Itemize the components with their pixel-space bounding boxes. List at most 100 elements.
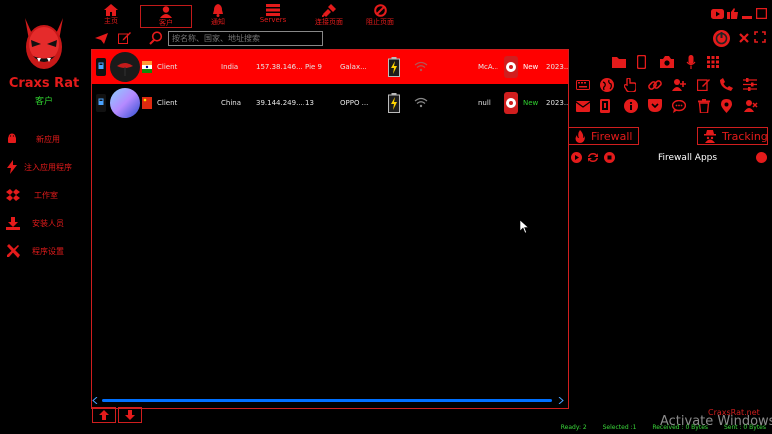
fire-icon [575,129,585,143]
send-icon[interactable] [95,33,108,44]
location-pin-icon[interactable] [721,99,735,113]
client-date: 2023... [546,63,568,71]
tracking-label: Tracking [722,129,768,143]
move-up-button[interactable] [92,407,116,423]
plug-icon [322,4,336,17]
record-indicator-icon [756,152,767,163]
topnav-block[interactable]: 阻止页面 [358,4,402,27]
thumbs-up-icon[interactable] [727,8,738,19]
sidebar-item-new-app[interactable]: 新应用 [6,131,90,147]
status-sent: Sent : 0 Bytes [723,424,766,431]
folder-icon[interactable] [612,56,626,70]
sidebar-item-studio[interactable]: 工作室 [6,187,90,203]
mail-icon[interactable] [576,101,590,115]
chat-icon[interactable] [672,100,686,114]
topnav-label: Servers [259,16,287,24]
bell-icon [212,4,224,17]
search-icon [149,31,163,45]
status-selected: Selected :1 [602,424,637,431]
horizontal-scrollbar[interactable] [92,396,566,405]
sidebar-item-label: 工作室 [34,190,58,200]
camera-icon[interactable] [660,56,674,70]
topnav-connect[interactable]: 连接页面 [305,4,353,27]
power-icon[interactable] [713,30,730,47]
app-subtitle: 客户 [34,97,53,107]
fullscreen-icon[interactable] [754,31,766,43]
phone-call-icon[interactable] [720,78,734,92]
client-name: Client [157,99,178,107]
devil-logo [19,14,69,76]
play-icon[interactable] [571,152,582,163]
client-device: OPPO ... [340,99,369,107]
home-icon [104,4,118,16]
client-os: 13 [305,99,314,107]
client-device: Galax... [340,63,367,71]
sidebar-item-inject[interactable]: 注入应用程序 [6,159,90,175]
scroll-right-icon[interactable] [558,397,564,404]
battery-icon [388,57,400,77]
client-name: Client [157,63,178,71]
sidebar-item-label: 安装人员 [32,218,64,228]
topnav-servers[interactable]: Servers [251,4,295,27]
sidebar-item-installer[interactable]: 安装人员 [6,215,90,231]
tools-icon [6,244,20,258]
firewall-label: Firewall [591,129,633,143]
app-status-icon [504,56,518,78]
search-input[interactable] [168,31,323,46]
table-row[interactable]: Client India 157.38.146... Pie 9 Galax..… [92,50,568,84]
firewall-button[interactable]: Firewall [568,127,639,145]
topnav-label: 客户 [159,19,173,27]
phone-device-icon[interactable] [637,55,651,69]
client-country: China [221,99,241,107]
remove-user-icon[interactable] [744,100,758,114]
minimize-icon[interactable] [742,11,752,19]
client-ip: 39.144.249.... [256,99,304,107]
topnav-home[interactable]: 主页 [89,4,133,27]
sidebar-item-settings[interactable]: 程序设置 [6,243,90,259]
stop-icon[interactable] [604,152,615,163]
client-user: McA... [478,63,498,71]
close-icon[interactable] [739,33,749,43]
wallpaper-thumbnail [110,52,140,82]
settings-sliders-icon[interactable] [743,78,757,92]
globe-icon[interactable] [600,78,614,92]
info-icon[interactable] [624,99,638,113]
move-down-button[interactable] [118,407,142,423]
wifi-icon [414,61,428,72]
client-user: null [478,99,491,107]
country-flag-icon [142,97,152,109]
tracking-button[interactable]: Tracking [697,127,768,145]
hand-pointer-icon[interactable] [624,78,638,92]
topnav-label: 通知 [211,18,225,26]
note-edit-icon[interactable] [697,78,711,92]
status-bar: Ready: 2 Selected :1 Received : 0 Bytes … [547,424,766,431]
edit-icon[interactable] [118,32,131,44]
client-date: 2023... [546,99,568,107]
microphone-icon[interactable] [686,55,700,69]
arrow-up-icon [99,410,109,420]
battery-icon [388,93,400,113]
refresh-icon[interactable] [587,152,599,163]
table-row[interactable]: Client China 39.144.249.... 13 OPPO ... … [92,86,568,120]
topnav-clients[interactable]: 客户 [140,5,192,28]
youtube-icon[interactable] [711,9,724,19]
bolt-icon [6,160,18,174]
add-user-icon[interactable] [672,79,686,93]
link-icon[interactable] [648,78,662,92]
apps-grid-icon[interactable] [707,56,721,70]
block-icon [373,4,387,17]
country-flag-icon [142,61,152,73]
client-status: New [523,63,539,71]
firewall-apps-label: Firewall Apps [658,153,718,163]
sidebar: Craxs Rat 客户 新应用 注入应用程序 工作室 安装人员 程序设置 [0,0,88,434]
maximize-icon[interactable] [756,8,767,19]
mobile-info-icon[interactable] [600,99,614,113]
scrollbar-thumb[interactable] [102,399,552,402]
trash-icon[interactable] [698,99,712,113]
keyboard-icon[interactable] [576,80,590,94]
status-ready: Ready: 2 [560,424,587,431]
arrow-down-icon [125,410,135,420]
scroll-left-icon[interactable] [92,397,98,404]
topnav-notifications[interactable]: 通知 [196,4,240,27]
pocket-icon[interactable] [648,99,662,113]
